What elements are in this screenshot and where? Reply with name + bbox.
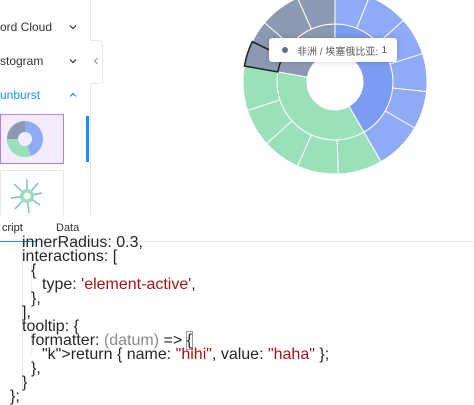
menu-item-histogram[interactable]: stogram: [0, 44, 90, 78]
menu-item-label: stogram: [0, 54, 44, 68]
chevron-up-icon: [68, 90, 78, 100]
chevron-left-icon: [92, 53, 100, 71]
tooltip-marker-dot: [282, 47, 288, 53]
tooltip-value: 1: [381, 44, 387, 56]
menu-item-sunburst[interactable]: unburst: [0, 78, 90, 112]
sunburst-thumbnail-image: [6, 121, 43, 158]
chart-type-sidebar: ord Cloud stogram unburst: [0, 0, 91, 215]
code-line: {: [31, 262, 37, 279]
code-line: type: 'element-active',: [42, 276, 196, 293]
sunburst-thumbnail-variant[interactable]: [0, 170, 64, 215]
selected-indicator: [86, 116, 89, 162]
code-line: };: [10, 388, 20, 405]
code-line: "k">return { name: "hihi", value: "haha"…: [42, 346, 330, 363]
sidebar-collapse-button[interactable]: [90, 40, 103, 84]
chevron-down-icon: [68, 22, 78, 32]
radial-thumbnail-image: [10, 179, 43, 214]
sunburst-chart[interactable]: [104, 0, 474, 215]
menu-item-word-cloud[interactable]: ord Cloud: [0, 10, 90, 44]
sunburst-thumbnail-selected[interactable]: [0, 114, 64, 164]
menu-item-label: unburst: [0, 88, 41, 102]
code-line: }: [22, 374, 28, 391]
chevron-down-icon: [68, 56, 78, 66]
code-line: },: [31, 360, 41, 377]
chart-preview: [104, 0, 474, 215]
chart-tooltip: 非洲 / 埃塞俄比亚: 1: [269, 38, 397, 62]
menu-item-label: ord Cloud: [0, 20, 53, 34]
tooltip-name: 非洲 / 埃塞俄比亚:: [297, 46, 379, 58]
code-line: },: [31, 290, 41, 307]
